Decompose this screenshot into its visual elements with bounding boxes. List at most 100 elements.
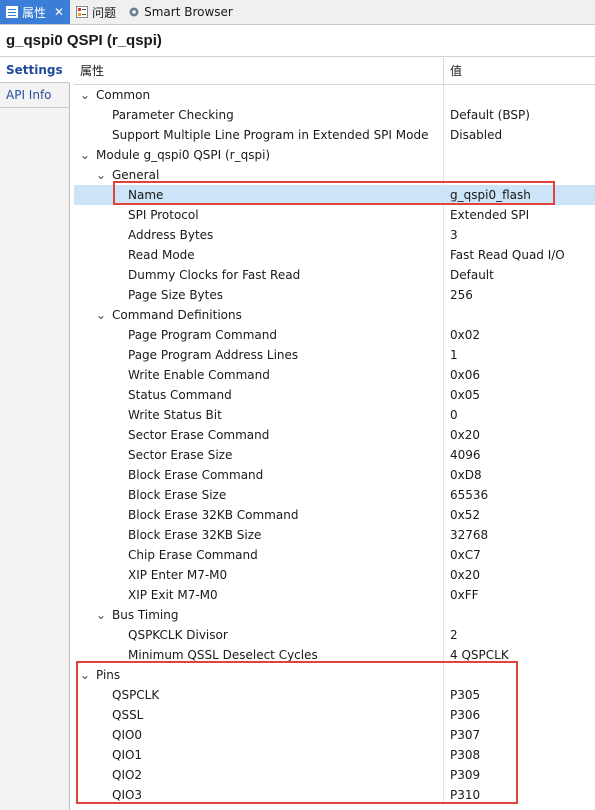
property-value-cell[interactable]: 0x05: [444, 385, 595, 405]
side-tab-api-info[interactable]: API Info: [0, 83, 69, 108]
property-row[interactable]: Name g_qspi0_flash: [74, 185, 595, 205]
property-name-cell: ⌄ General: [74, 165, 444, 185]
property-value-cell[interactable]: 65536: [444, 485, 595, 505]
property-row[interactable]: Read Mode Fast Read Quad I/O: [74, 245, 595, 265]
property-value-cell[interactable]: Fast Read Quad I/O: [444, 245, 595, 265]
property-row[interactable]: Sector Erase Size 4096: [74, 445, 595, 465]
property-row[interactable]: Parameter Checking Default (BSP): [74, 105, 595, 125]
property-row[interactable]: Status Command 0x05: [74, 385, 595, 405]
tab-properties[interactable]: 属性 ✕: [0, 0, 71, 24]
property-label: XIP Enter M7-M0: [128, 568, 228, 582]
property-name-cell: Write Enable Command: [74, 365, 444, 385]
property-row[interactable]: QSPKCLK Divisor 2: [74, 625, 595, 645]
property-value-cell[interactable]: Default: [444, 265, 595, 285]
property-row[interactable]: Chip Erase Command 0xC7: [74, 545, 595, 565]
property-value-cell[interactable]: 0xFF: [444, 585, 595, 605]
property-row[interactable]: Sector Erase Command 0x20: [74, 425, 595, 445]
property-name-cell: Page Program Address Lines: [74, 345, 444, 365]
property-value-cell[interactable]: 0: [444, 405, 595, 425]
property-name-cell: QSPKCLK Divisor: [74, 625, 444, 645]
property-row[interactable]: XIP Enter M7-M0 0x20: [74, 565, 595, 585]
tab-problems-label: 问题: [92, 5, 117, 20]
property-row[interactable]: XIP Exit M7-M0 0xFF: [74, 585, 595, 605]
property-value-cell[interactable]: 4 QSPCLK: [444, 645, 595, 665]
property-row[interactable]: Block Erase 32KB Size 32768: [74, 525, 595, 545]
property-value-cell[interactable]: g_qspi0_flash: [444, 185, 595, 205]
chevron-down-icon[interactable]: ⌄: [78, 89, 92, 101]
property-value-cell[interactable]: 256: [444, 285, 595, 305]
close-icon[interactable]: ✕: [54, 5, 64, 19]
tab-smart-browser[interactable]: Smart Browser: [122, 0, 239, 24]
property-value-cell[interactable]: 32768: [444, 525, 595, 545]
property-row[interactable]: Support Multiple Line Program in Extende…: [74, 125, 595, 145]
property-row[interactable]: Page Program Command 0x02: [74, 325, 595, 345]
property-value-cell[interactable]: Disabled: [444, 125, 595, 145]
property-value-cell[interactable]: Default (BSP): [444, 105, 595, 125]
property-value-cell[interactable]: P307: [444, 725, 595, 745]
property-label: Sector Erase Size: [128, 448, 233, 462]
property-value-cell[interactable]: 0x02: [444, 325, 595, 345]
property-value-cell[interactable]: 3: [444, 225, 595, 245]
property-value-cell[interactable]: Extended SPI: [444, 205, 595, 225]
property-row[interactable]: QSPCLK P305: [74, 685, 595, 705]
view-tab-bar: 属性 ✕ 问题 Smart Browser: [0, 0, 595, 25]
chevron-down-icon[interactable]: ⌄: [78, 149, 92, 161]
property-value-cell[interactable]: 0x20: [444, 425, 595, 445]
property-row[interactable]: ⌄ Bus Timing: [74, 605, 595, 625]
problems-icon: [76, 6, 89, 18]
property-value-cell[interactable]: 0x06: [444, 365, 595, 385]
property-value-cell: [444, 305, 595, 325]
property-row[interactable]: ⌄ Command Definitions: [74, 305, 595, 325]
property-row[interactable]: ⌄ Common: [74, 85, 595, 105]
property-row[interactable]: Block Erase Command 0xD8: [74, 465, 595, 485]
property-value-cell[interactable]: 4096: [444, 445, 595, 465]
property-row[interactable]: Block Erase 32KB Command 0x52: [74, 505, 595, 525]
property-value-cell[interactable]: P309: [444, 765, 595, 785]
property-row[interactable]: QSSL P306: [74, 705, 595, 725]
property-row[interactable]: QIO0 P307: [74, 725, 595, 745]
property-value-cell: [444, 605, 595, 625]
property-value-cell[interactable]: 2: [444, 625, 595, 645]
property-row[interactable]: Write Status Bit 0: [74, 405, 595, 425]
property-value-cell[interactable]: P308: [444, 745, 595, 765]
property-name-cell: QIO0: [74, 725, 444, 745]
property-row[interactable]: Page Program Address Lines 1: [74, 345, 595, 365]
property-value-cell[interactable]: 0x52: [444, 505, 595, 525]
side-tab-settings[interactable]: Settings: [0, 58, 70, 83]
property-row[interactable]: Write Enable Command 0x06: [74, 365, 595, 385]
property-row[interactable]: SPI Protocol Extended SPI: [74, 205, 595, 225]
property-label: Support Multiple Line Program in Extende…: [112, 128, 429, 142]
property-label: SPI Protocol: [128, 208, 199, 222]
property-row[interactable]: QIO2 P309: [74, 765, 595, 785]
property-row[interactable]: Address Bytes 3: [74, 225, 595, 245]
property-row[interactable]: QIO1 P308: [74, 745, 595, 765]
chevron-down-icon[interactable]: ⌄: [94, 309, 108, 321]
property-label: Block Erase 32KB Size: [128, 528, 262, 542]
property-row[interactable]: Dummy Clocks for Fast Read Default: [74, 265, 595, 285]
tab-problems[interactable]: 问题: [70, 0, 122, 24]
property-row[interactable]: Page Size Bytes 256: [74, 285, 595, 305]
property-value-cell[interactable]: 1: [444, 345, 595, 365]
property-label: Write Enable Command: [128, 368, 270, 382]
chevron-down-icon[interactable]: ⌄: [78, 669, 92, 681]
column-header-value[interactable]: 值: [444, 58, 462, 84]
property-value-cell[interactable]: 0x20: [444, 565, 595, 585]
property-row[interactable]: ⌄ General: [74, 165, 595, 185]
property-value-cell[interactable]: P305: [444, 685, 595, 705]
property-row[interactable]: QIO3 P310: [74, 785, 595, 805]
column-header-property[interactable]: 属性: [74, 58, 444, 84]
property-value-cell[interactable]: P310: [444, 785, 595, 805]
chevron-down-icon[interactable]: ⌄: [94, 169, 108, 181]
property-row[interactable]: ⌄ Module g_qspi0 QSPI (r_qspi): [74, 145, 595, 165]
grid-header: 属性 值: [74, 58, 595, 85]
property-row[interactable]: Minimum QSSL Deselect Cycles 4 QSPCLK: [74, 645, 595, 665]
property-value-cell[interactable]: 0xD8: [444, 465, 595, 485]
chevron-down-icon[interactable]: ⌄: [94, 609, 108, 621]
property-row[interactable]: Block Erase Size 65536: [74, 485, 595, 505]
property-label: Block Erase Command: [128, 468, 264, 482]
property-name-cell: Status Command: [74, 385, 444, 405]
property-value-cell[interactable]: P306: [444, 705, 595, 725]
property-row[interactable]: ⌄ Pins: [74, 665, 595, 685]
property-label: Common: [96, 88, 151, 102]
property-value-cell[interactable]: 0xC7: [444, 545, 595, 565]
